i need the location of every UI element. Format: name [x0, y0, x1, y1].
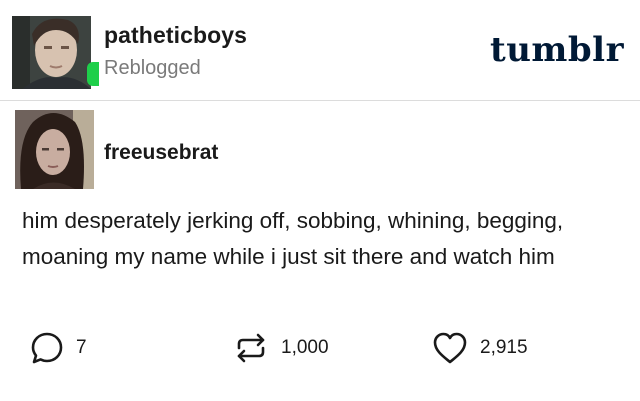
post-header: patheticboys Reblogged tumblr [0, 0, 640, 100]
author-avatar[interactable] [15, 110, 94, 189]
speech-bubble-icon [31, 332, 63, 364]
post-body: him desperately jerking off, sobbing, wh… [22, 203, 622, 275]
author-name[interactable]: freeusebrat [104, 141, 218, 165]
tumblr-logo: tumblr [489, 30, 624, 70]
reblogger-name[interactable]: patheticboys [104, 22, 247, 49]
reblogger-avatar[interactable] [12, 16, 91, 89]
reblog-arrows-icon [237, 333, 265, 363]
post-actions: 7 1,000 2,915 [0, 326, 640, 370]
reblogged-label: Reblogged [104, 57, 201, 79]
reply-count: 7 [76, 337, 87, 358]
reblog-count: 1,000 [281, 337, 329, 358]
reblog-button[interactable]: 1,000 [233, 326, 329, 370]
heart-outline-icon [433, 332, 467, 364]
avatar-photo-icon [15, 110, 94, 189]
reply-button[interactable]: 7 [30, 326, 87, 370]
like-button[interactable]: 2,915 [432, 326, 528, 370]
like-count: 2,915 [480, 337, 528, 358]
post-text-line: him desperately jerking off, sobbing, wh… [22, 208, 564, 233]
header-divider [0, 100, 640, 101]
post-text-line: moaning my name while i just sit there a… [22, 244, 555, 269]
avatar-photo-icon [12, 16, 91, 89]
reblog-status-dot [87, 62, 99, 86]
